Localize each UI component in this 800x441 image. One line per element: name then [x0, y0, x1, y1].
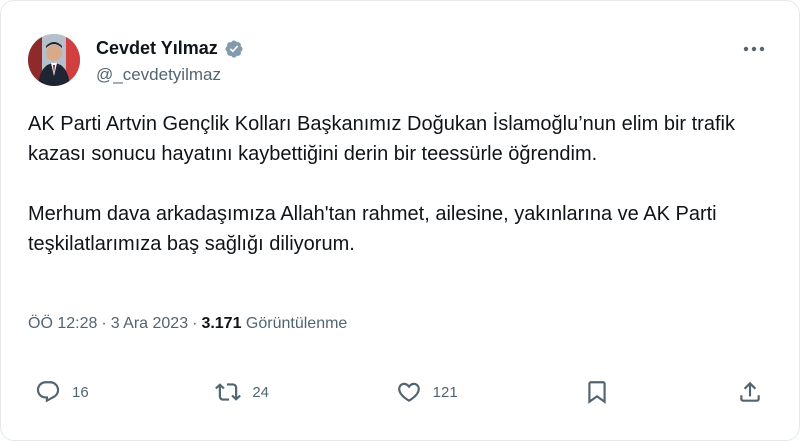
tweet-header: Cevdet Yılmaz @_cevdetyilmaz	[28, 34, 779, 94]
more-horizontal-icon[interactable]	[741, 38, 767, 60]
like-count: 121	[432, 383, 458, 401]
bookmark-button[interactable]	[584, 379, 610, 405]
tweet-text: AK Parti Artvin Gençlik Kolları Başkanım…	[28, 109, 768, 259]
tweet-date[interactable]: 3 Ara 2023	[111, 315, 188, 333]
views-label: Görüntülenme	[241, 315, 348, 332]
tweet-meta: ÖÖ 12:28 · 3 Ara 2023 · 3.171 Görüntülen…	[28, 315, 347, 333]
repost-button[interactable]: 24	[215, 379, 269, 405]
tweet-paragraph: Merhum dava arkadaşımıza Allah'tan rahme…	[28, 203, 717, 255]
bookmark-icon	[584, 379, 610, 405]
reply-count: 16	[72, 383, 89, 401]
verified-badge-icon	[224, 39, 244, 59]
views-count: 3.171	[201, 315, 242, 332]
repost-count: 24	[252, 383, 270, 401]
meta-separator: ·	[192, 315, 198, 332]
author-name-row: Cevdet Yılmaz	[96, 38, 244, 59]
like-button[interactable]: 121	[396, 379, 458, 405]
author-name[interactable]: Cevdet Yılmaz	[96, 38, 218, 59]
share-button[interactable]	[737, 379, 763, 405]
author-avatar-image	[28, 34, 80, 86]
tweet-paragraph: AK Parti Artvin Gençlik Kolları Başkanım…	[28, 113, 735, 165]
tweet-time[interactable]: ÖÖ 12:28	[28, 315, 97, 333]
author-avatar[interactable]	[28, 34, 80, 86]
tweet-card: Cevdet Yılmaz @_cevdetyilmaz AK Parti Ar…	[0, 0, 800, 441]
author-handle[interactable]: @_cevdetyilmaz	[96, 65, 221, 85]
action-bar: 16 24 121	[35, 374, 763, 410]
share-icon	[737, 379, 763, 405]
like-icon	[396, 379, 422, 405]
repost-icon	[215, 379, 242, 405]
reply-icon	[35, 379, 61, 405]
meta-separator: ·	[101, 315, 107, 332]
reply-button[interactable]: 16	[35, 379, 89, 405]
